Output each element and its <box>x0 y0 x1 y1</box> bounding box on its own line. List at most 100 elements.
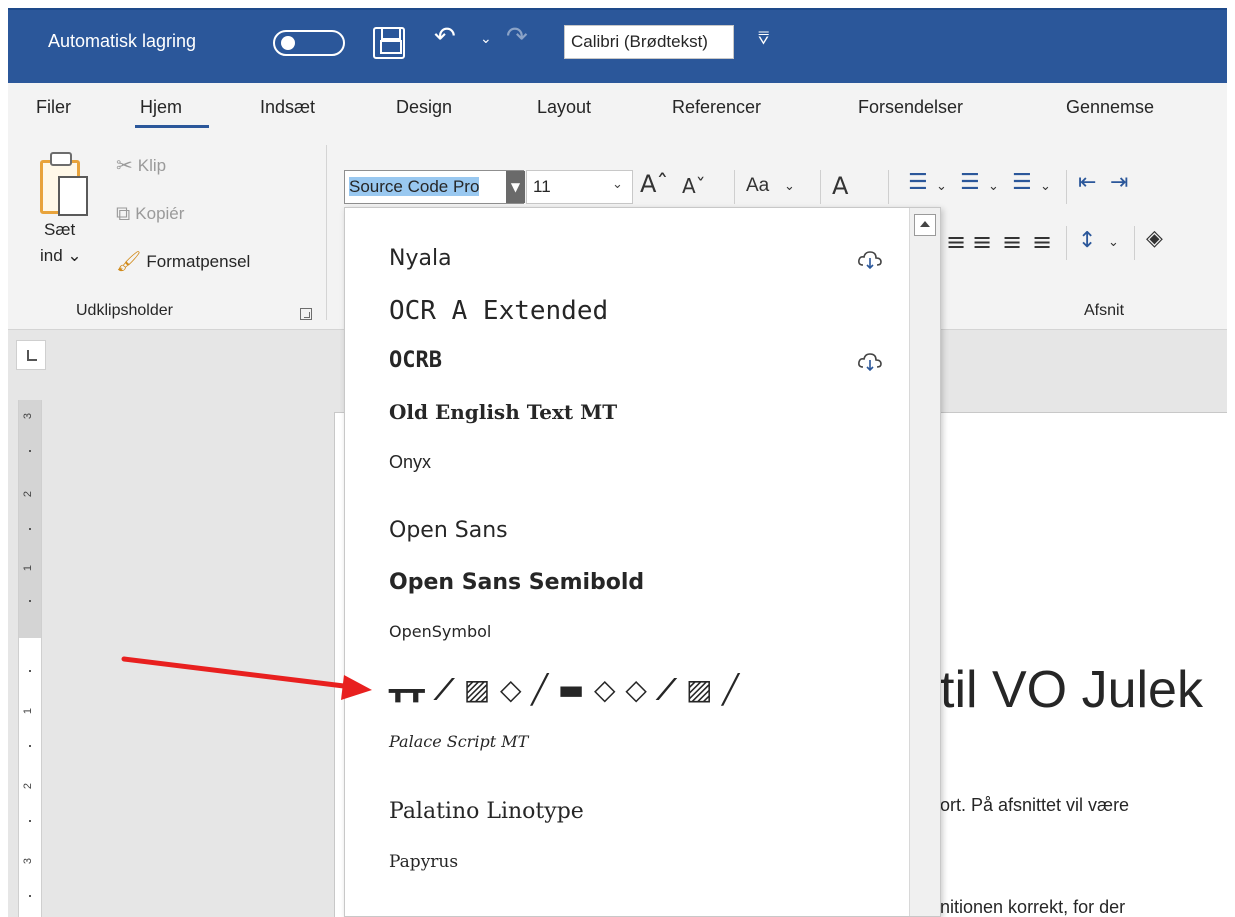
font-list-item[interactable]: ᚁᚁ ⟋ ▨ ◇ ╱ ▬ ◇ ◇ ⟋ ▨ ╱ <box>345 665 907 717</box>
tab-filer[interactable]: Filer <box>36 97 71 118</box>
font-list-item-name: Palatino Linotype <box>389 799 584 824</box>
font-list-item-name: ᚁᚁ ⟋ ▨ ◇ ╱ ▬ ◇ ◇ ⟋ ▨ ╱ <box>389 673 740 706</box>
cloud-download-icon <box>858 353 882 372</box>
paste-sheet-shape <box>58 176 88 216</box>
grow-font-icon[interactable]: Aˆ <box>640 172 668 196</box>
tab-hjem[interactable]: Hjem <box>140 97 182 118</box>
paste-icon[interactable] <box>40 150 90 216</box>
font-list-item[interactable]: OCRB <box>345 340 907 392</box>
line-spacing-icon[interactable]: ↕ <box>1078 230 1096 252</box>
clear-formatting-icon[interactable]: A <box>832 174 848 198</box>
font-list-item[interactable]: Open Sans <box>345 510 907 562</box>
paragraph-separator-3 <box>1066 226 1067 260</box>
customize-toolbar-icon[interactable]: ⩢ <box>758 30 769 48</box>
font-name-selected-text: So <box>349 177 370 196</box>
numbering-icon[interactable]: ☰ <box>960 172 980 194</box>
tab-gennemse[interactable]: Gennemse <box>1066 97 1154 118</box>
font-list-item[interactable]: Palace Script MT <box>345 724 907 776</box>
paste-dropdown-label[interactable]: ind ⌄ <box>40 246 82 266</box>
multilevel-dropdown-icon[interactable]: ⌄ <box>1040 180 1051 193</box>
tab-forsendelser[interactable]: Forsendelser <box>858 97 963 118</box>
bullets-dropdown-icon[interactable]: ⌄ <box>936 180 947 193</box>
document-text-line: ort. På afsnittet vil være <box>940 795 1130 815</box>
paragraph-separator-4 <box>1134 226 1135 260</box>
autosave-toggle[interactable] <box>273 30 345 56</box>
change-case-dropdown-icon[interactable]: ⌄ <box>784 180 795 193</box>
copy-button[interactable]: ⧉ Kopiér <box>116 204 184 224</box>
cloud-download-icon <box>858 251 882 270</box>
ruler-tick <box>29 670 31 672</box>
font-list-item-name: Nyala <box>389 246 452 271</box>
shading-icon[interactable]: ◈ <box>1146 228 1163 250</box>
font-size-dropdown-icon[interactable]: ⌄ <box>612 177 623 192</box>
font-separator-2 <box>820 170 821 204</box>
window-frame-top <box>0 0 1235 8</box>
font-list-item[interactable]: Onyx <box>345 444 907 496</box>
font-list-item-name: Open Sans Semibold <box>389 570 645 595</box>
font-list-item-name: OpenSymbol <box>389 622 492 641</box>
save-icon[interactable] <box>373 27 405 59</box>
font-list-item-name: OCRB <box>389 348 442 373</box>
font-list-item[interactable]: Palatino Linotype <box>345 791 907 843</box>
decrease-indent-icon[interactable]: ⇤ <box>1078 172 1096 194</box>
scissors-icon: ✂ <box>116 155 133 177</box>
quick-font-input[interactable]: Calibri (Brødtekst) <box>564 25 734 59</box>
line-spacing-dropdown-icon[interactable]: ⌄ <box>1108 236 1119 249</box>
increase-indent-icon[interactable]: ⇥ <box>1110 172 1128 194</box>
font-list-item-name: OCR A Extended <box>389 296 609 326</box>
copy-label: Kopiér <box>135 204 185 223</box>
toggle-knob <box>281 36 295 50</box>
undo-icon[interactable]: ↶ <box>434 24 456 50</box>
document-text-line: nitionen korrekt, for der <box>940 897 1126 917</box>
font-list-item[interactable]: Open Sans Semibold <box>345 562 907 614</box>
tab-indsaet[interactable]: Indsæt <box>260 97 315 118</box>
align-center-icon[interactable]: ≡ <box>972 230 992 254</box>
undo-dropdown-icon[interactable]: ⌄ <box>480 32 492 46</box>
cut-button[interactable]: ✂ Klip <box>116 156 166 176</box>
font-separator <box>734 170 735 204</box>
font-name-rest-text: urce Code Pro <box>369 177 480 196</box>
clipboard-launcher-icon[interactable] <box>300 308 312 320</box>
font-name-input[interactable]: Source Code Pro <box>344 170 524 204</box>
copy-icon: ⧉ <box>116 203 131 225</box>
bullets-icon[interactable]: ☰ <box>908 172 928 194</box>
font-dropdown-list[interactable]: Nyala OCR A Extended OCRB Old English Text … <box>344 207 941 917</box>
ruler-margin-shade <box>19 400 41 638</box>
numbering-dropdown-icon[interactable]: ⌄ <box>988 180 999 193</box>
shrink-font-icon[interactable]: Aˇ <box>682 176 706 196</box>
font-list-item[interactable]: OpenSymbol <box>345 614 907 666</box>
paragraph-separator-2 <box>1066 170 1067 204</box>
align-right-icon[interactable]: ≡ <box>1002 230 1022 254</box>
change-case-icon[interactable]: Aa <box>746 176 769 195</box>
active-tab-indicator <box>135 125 209 128</box>
cut-label: Klip <box>137 156 167 175</box>
tab-design[interactable]: Design <box>396 97 452 118</box>
window-frame-left <box>0 0 8 917</box>
paste-button-label[interactable]: Sæt <box>44 220 75 240</box>
tab-referencer[interactable]: Referencer <box>672 97 761 118</box>
ruler-number: 3 <box>22 857 35 865</box>
justify-icon[interactable]: ≡ <box>1032 230 1052 254</box>
vertical-ruler[interactable]: 3 2 1 1 2 3 <box>18 400 42 917</box>
ruler-number: 1 <box>22 564 35 572</box>
format-painter-button[interactable]: 🖌 Formatpensel <box>116 252 250 272</box>
font-name-dropdown-icon[interactable]: ▼ <box>506 171 525 203</box>
dropdown-scrollbar[interactable] <box>909 208 940 916</box>
window-frame-right <box>1227 0 1235 917</box>
font-list-item[interactable]: Old English Text MT <box>345 392 907 444</box>
ruler-number: 2 <box>22 490 35 498</box>
ruler-tick <box>29 895 31 897</box>
font-list-item-name: Papyrus <box>389 852 459 872</box>
ruler-number: 1 <box>22 707 35 715</box>
ruler-tick <box>29 450 31 452</box>
font-list-item[interactable]: Nyala <box>345 238 907 290</box>
font-list-item[interactable]: Papyrus <box>345 844 907 896</box>
tab-layout[interactable]: Layout <box>537 97 591 118</box>
font-list-item-name: Palace Script MT <box>389 732 529 751</box>
align-left-icon[interactable]: ≡ <box>946 230 966 254</box>
font-list-item[interactable]: OCR A Extended <box>345 288 907 340</box>
redo-icon[interactable]: ↷ <box>506 24 528 50</box>
scroll-up-icon[interactable] <box>914 214 936 236</box>
tab-selector-icon[interactable] <box>16 340 46 370</box>
multilevel-list-icon[interactable]: ☰ <box>1012 172 1032 194</box>
